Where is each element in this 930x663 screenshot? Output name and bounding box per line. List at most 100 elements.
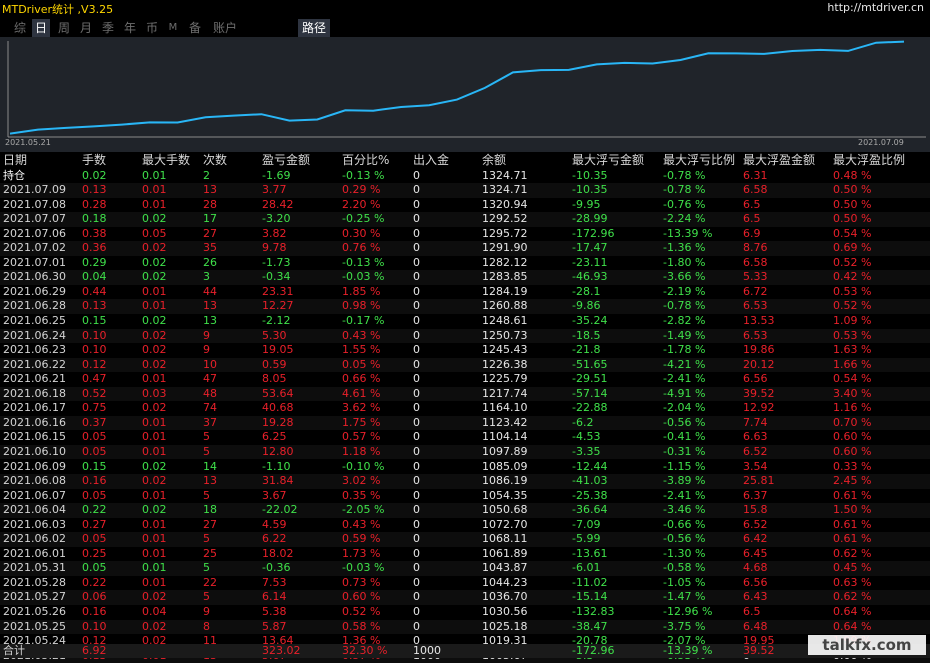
- column-header-deposit[interactable]: 出入金: [413, 153, 449, 168]
- cell-balance: 1104.14: [482, 430, 528, 444]
- table-row[interactable]: 2021.06.21 0.47 0.01 47 8.05 0.66 % 0 1225.79 -2…: [0, 372, 930, 387]
- table-row[interactable]: 2021.06.15 0.05 0.01 5 6.25 0.57 % 0 1104.14 -4.…: [0, 430, 930, 445]
- table-row[interactable]: 2021.06.25 0.15 0.02 13 -2.12 -0.17 % 0 1248.61…: [0, 314, 930, 329]
- tab-quarter[interactable]: 季: [99, 19, 117, 37]
- column-header-max-float-profit-pct[interactable]: 最大浮盈比例: [833, 153, 905, 168]
- cell-percent: -0.10 %: [342, 459, 385, 473]
- column-header-max-lots[interactable]: 最大手数: [142, 153, 190, 168]
- table-row[interactable]: 2021.05.26 0.16 0.04 9 5.38 0.52 % 0 1030.56 -13…: [0, 605, 930, 620]
- cell-max-float-loss-pct: -0.78 %: [663, 299, 706, 313]
- equity-chart: 2021.05.21 2021.07.09: [0, 37, 930, 152]
- cell-deposit: 0: [413, 415, 420, 429]
- cell-balance: 1164.10: [482, 401, 528, 415]
- table-row[interactable]: 2021.06.10 0.05 0.01 5 12.80 1.18 % 0 1097.89 -3…: [0, 444, 930, 460]
- table-row[interactable]: 2021.07.08 0.28 0.01 28 28.42 2.20 % 0 1320.94 -…: [0, 198, 930, 213]
- table-row[interactable]: 2021.07.01 0.29 0.02 26 -1.73 -0.13 % 0 1282.12…: [0, 256, 930, 271]
- column-header-max-float-loss[interactable]: 最大浮亏金额: [572, 153, 644, 168]
- cell-max-float-loss-pct: -3.46 %: [663, 503, 706, 517]
- tab-day[interactable]: 日: [32, 19, 50, 37]
- column-header-max-float-profit[interactable]: 最大浮盈金额: [743, 153, 815, 168]
- column-header-pnl[interactable]: 盈亏金额: [262, 153, 310, 168]
- table-row[interactable]: 2021.06.23 0.10 0.02 9 19.05 1.55 % 0 1245.43 -2…: [0, 343, 930, 358]
- tab-summary[interactable]: 综: [11, 19, 29, 37]
- cell-max-float-loss: -15.14: [572, 590, 608, 604]
- tab-magic[interactable]: M: [166, 19, 180, 37]
- table-row[interactable]: 2021.06.09 0.15 0.02 14 -1.10 -0.10 % 0 1085.09…: [0, 460, 930, 475]
- cell-balance: 1044.23: [482, 575, 528, 589]
- column-header-balance[interactable]: 余额: [482, 153, 506, 168]
- cell-max-float-profit-pct: 1.50 %: [833, 503, 872, 517]
- cell-max-float-profit: 6.5: [743, 605, 761, 618]
- table-row[interactable]: 2021.06.02 0.05 0.01 5 6.22 0.59 % 0 1068.11 -5.…: [0, 532, 930, 547]
- tab-account[interactable]: 账户: [210, 19, 240, 37]
- table-row[interactable]: 2021.07.06 0.38 0.05 27 3.82 0.30 % 0 1295.72 -1…: [0, 227, 930, 242]
- cell-lots: 0.28: [82, 197, 107, 211]
- website-link[interactable]: http://mtdriver.cn: [827, 1, 924, 14]
- cell-count: 47: [203, 372, 217, 386]
- cell-pnl: -1.69: [262, 168, 291, 182]
- cell-max-float-profit-pct: 0.61 %: [833, 517, 872, 531]
- table-row[interactable]: 2021.07.09 0.13 0.01 13 3.77 0.29 % 0 1324.71 -1…: [0, 183, 930, 198]
- total-max-float-loss-pct: -13.39 %: [663, 644, 713, 657]
- cell-max-float-profit: 6.56: [743, 372, 768, 386]
- cell-balance: 1036.70: [482, 590, 528, 604]
- cell-max-float-profit-pct: 0.69 %: [833, 241, 872, 255]
- cell-max-lots: 0.01: [142, 415, 167, 429]
- table-row[interactable]: 2021.06.07 0.05 0.01 5 3.67 0.35 % 0 1054.35 -25…: [0, 489, 930, 504]
- column-header-lots[interactable]: 手数: [82, 153, 106, 168]
- cell-count: 37: [203, 415, 217, 429]
- tab-year[interactable]: 年: [121, 19, 139, 37]
- table-row[interactable]: 2021.06.01 0.25 0.01 25 18.02 1.73 % 0 1061.89 -…: [0, 547, 930, 562]
- cell-percent: 3.02 %: [342, 474, 381, 488]
- cell-max-float-loss: -6.01: [572, 561, 601, 575]
- table-row[interactable]: 2021.05.25 0.10 0.02 8 5.87 0.58 % 0 1025.18 -38…: [0, 619, 930, 635]
- table-row[interactable]: 2021.05.28 0.22 0.01 22 7.53 0.73 % 0 1044.23 -1…: [0, 576, 930, 591]
- tab-currency[interactable]: 币: [143, 19, 161, 37]
- table-row[interactable]: 2021.06.29 0.44 0.01 44 23.31 1.85 % 0 1284.19 -…: [0, 285, 930, 300]
- cell-count: 74: [203, 401, 217, 415]
- table-row[interactable]: 2021.06.24 0.10 0.02 9 5.30 0.43 % 0 1250.73 -18…: [0, 328, 930, 344]
- cell-max-float-loss-pct: -0.41 %: [663, 430, 706, 444]
- cell-balance: 1282.12: [482, 255, 528, 269]
- cell-date: 持仓: [3, 168, 25, 182]
- cell-pnl: 0.59: [262, 357, 287, 371]
- tab-month[interactable]: 月: [77, 19, 95, 37]
- cell-deposit: 0: [413, 372, 420, 386]
- table-row[interactable]: 2021.07.02 0.36 0.02 35 9.78 0.76 % 0 1291.90 -1…: [0, 241, 930, 256]
- cell-balance: 1225.79: [482, 372, 528, 386]
- table-row[interactable]: 2021.06.22 0.12 0.02 10 0.59 0.05 % 0 1226.38 -5…: [0, 357, 930, 373]
- cell-balance: 1250.73: [482, 328, 528, 342]
- cell-lots: 0.05: [82, 488, 107, 502]
- cell-max-lots: 0.02: [142, 590, 167, 604]
- cell-max-float-profit-pct: 0.64 %: [833, 619, 872, 633]
- tab-notes[interactable]: 备: [186, 19, 204, 37]
- tab-path[interactable]: 路径: [298, 19, 330, 37]
- cell-pnl: 7.53: [262, 575, 287, 589]
- cell-count: 5: [203, 590, 210, 604]
- column-header-date[interactable]: 日期: [3, 153, 27, 168]
- cell-deposit: 0: [413, 386, 420, 400]
- table-row[interactable]: 2021.06.04 0.22 0.02 18 -22.02 -2.05 % 0 1050.6…: [0, 503, 930, 518]
- cell-max-float-profit-pct: 0.50 %: [833, 183, 872, 197]
- table-row[interactable]: 2021.06.16 0.37 0.01 37 19.28 1.75 % 0 1123.42 -…: [0, 415, 930, 431]
- table-row[interactable]: 2021.06.03 0.27 0.01 27 4.59 0.43 % 0 1072.70 -7…: [0, 518, 930, 533]
- table-row[interactable]: 2021.06.18 0.52 0.03 48 53.64 4.61 % 0 1217.74 -…: [0, 386, 930, 402]
- tab-week[interactable]: 周: [55, 19, 73, 37]
- column-header-count[interactable]: 次数: [203, 153, 227, 168]
- table-row[interactable]: 2021.05.31 0.05 0.01 5 -0.36 -0.03 % 0 1043.87 -…: [0, 561, 930, 576]
- holding-row[interactable]: 持仓 0.02 0.01 2 -1.69 -0.13 % 0 1324.71 -10.35 -0.…: [0, 169, 930, 184]
- table-row[interactable]: 2021.05.27 0.06 0.02 5 6.14 0.60 % 0 1036.70 -15…: [0, 590, 930, 605]
- table-row[interactable]: 2021.06.30 0.04 0.02 3 -0.34 -0.03 % 0 1283.85 -…: [0, 270, 930, 285]
- cell-pnl: -1.73: [262, 255, 291, 269]
- cell-max-float-profit: 6.5: [743, 212, 761, 226]
- table-row[interactable]: 2021.07.07 0.18 0.02 17 -3.20 -0.25 % 0 1292.52…: [0, 212, 930, 227]
- cell-date: 2021.06.24: [3, 328, 66, 342]
- cell-deposit: 0: [413, 459, 420, 473]
- cell-pnl: 3.82: [262, 226, 287, 240]
- cell-pnl: 6.25: [262, 430, 287, 444]
- table-row[interactable]: 2021.06.08 0.16 0.02 13 31.84 3.02 % 0 1086.19 -…: [0, 474, 930, 489]
- column-header-max-float-loss-pct[interactable]: 最大浮亏比例: [663, 153, 735, 168]
- table-row[interactable]: 2021.06.17 0.75 0.02 74 40.68 3.62 % 0 1164.10 -…: [0, 401, 930, 416]
- column-header-percent[interactable]: 百分比%: [342, 153, 389, 168]
- table-row[interactable]: 2021.06.28 0.13 0.01 13 12.27 0.98 % 0 1260.88 -…: [0, 299, 930, 314]
